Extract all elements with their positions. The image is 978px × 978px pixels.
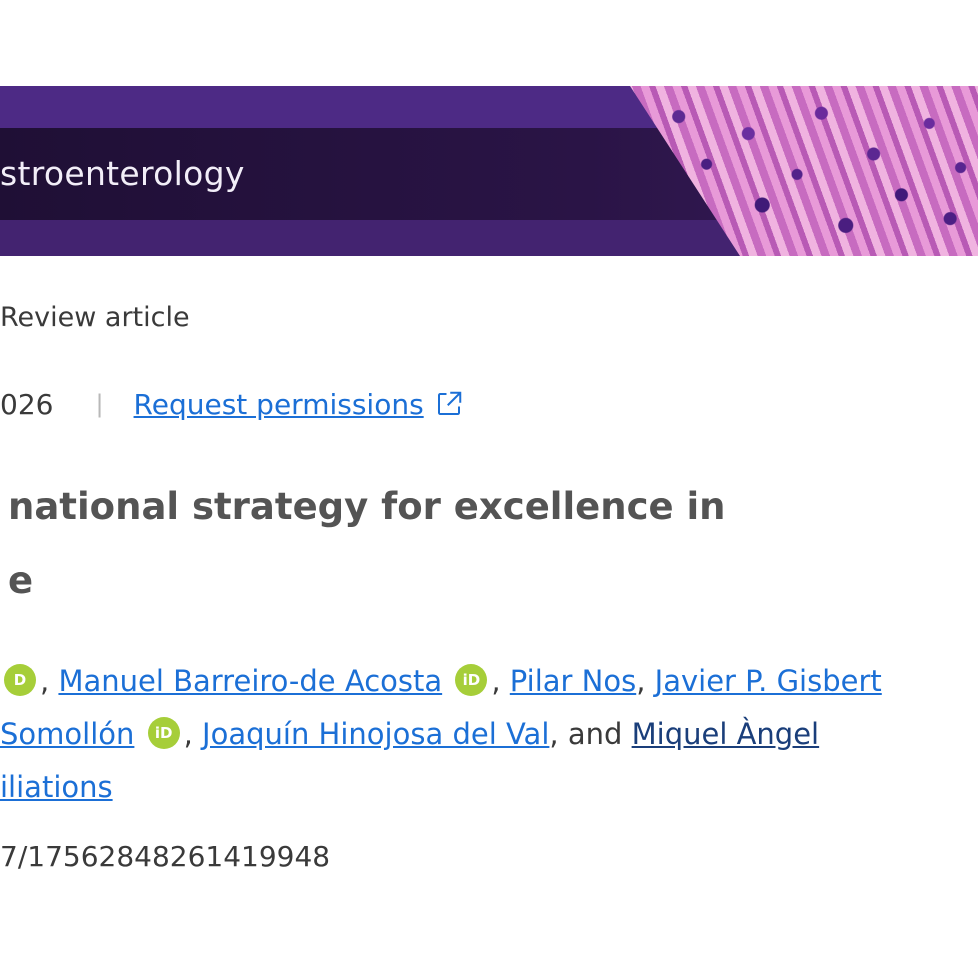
author-line-3: iliations <box>0 761 978 814</box>
publication-date: 026 <box>0 387 54 421</box>
author-link[interactable]: Somollón <box>0 717 134 751</box>
orcid-icon[interactable]: iD <box>147 717 180 749</box>
author-link[interactable]: Manuel Barreiro-de Acosta <box>58 664 442 698</box>
meta-separator: | <box>95 390 104 418</box>
author-link[interactable]: Joaquín Hinojosa del Val <box>202 717 549 751</box>
affiliations-link[interactable]: iliations <box>0 770 113 804</box>
author-conjunction: , and <box>549 717 632 751</box>
author-line-2: Somollón iD, Joaquín Hinojosa del Val, a… <box>0 717 820 751</box>
orcid-icon[interactable]: D <box>4 664 36 696</box>
orcid-icon[interactable]: iD <box>455 664 488 696</box>
author-link[interactable]: Pilar Nos <box>510 664 636 698</box>
author-link[interactable]: Javier P. Gisbert <box>655 664 882 698</box>
author-list: D, Manuel Barreiro-de Acosta iD, Pilar N… <box>0 655 978 814</box>
request-permissions-link[interactable]: Request permissions <box>134 388 424 421</box>
author-line-1: D, Manuel Barreiro-de Acosta iD, Pilar N… <box>0 655 978 708</box>
article-title: national strategy for excellence in e <box>8 470 968 618</box>
article-title-line-1: national strategy for excellence in <box>8 485 726 528</box>
article-meta-row: 026 | Request permissions <box>0 382 464 426</box>
article-title-line-2: e <box>8 559 34 602</box>
author-link[interactable]: Miquel Àngel <box>632 717 820 751</box>
journal-name[interactable]: stroenterology <box>0 134 245 214</box>
article-type: Review article <box>0 302 190 333</box>
doi-text: 7/17562848261419948 <box>0 840 331 873</box>
external-link-icon[interactable] <box>434 389 464 419</box>
journal-banner: stroenterology <box>0 86 978 256</box>
